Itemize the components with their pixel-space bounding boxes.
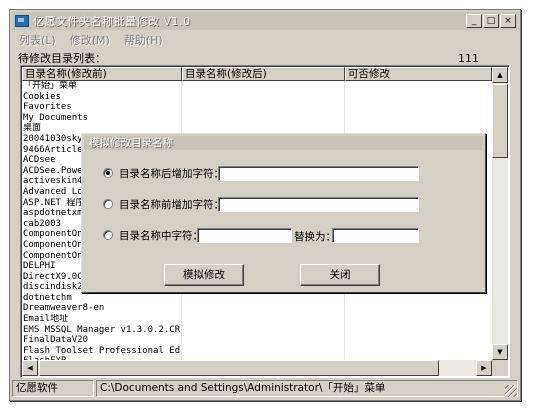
cell-name-before: 「开始」菜单 [22,81,182,92]
scroll-right-icon[interactable]: ▶ [476,360,492,376]
option-append-label: 目录名称后增加字符： [119,167,224,180]
cell-modifiable [345,346,492,357]
cell-name-after [182,324,345,336]
cell-modifiable [345,113,492,124]
cell-modifiable [345,102,492,113]
simulate-rename-dialog: 模拟修改目录名称 目录名称后增加字符： 目录名称前增加字符： 目录名称中字符： … [81,133,486,293]
scroll-left-icon[interactable]: ◀ [22,360,38,376]
minimize-button[interactable]: _ [466,14,482,28]
cell-modifiable [345,325,492,336]
option-prepend-label: 目录名称前增加字符： [119,198,224,211]
cell-name-after [182,303,345,315]
find-text-input[interactable] [197,228,292,243]
window-title: 亿愿文件夹名称批量修改 V1.0 [33,15,191,28]
table-row[interactable]: Cookies [22,91,492,103]
cell-name-before: Email地址 [22,314,182,325]
option-replace-row[interactable]: 目录名称中字符： [103,227,203,243]
resize-grip-icon[interactable] [505,385,517,397]
append-text-input[interactable] [218,166,419,181]
option-prepend-row[interactable]: 目录名称前增加字符： [103,196,224,212]
replace-text-input[interactable] [332,228,419,243]
table-row[interactable]: EMS MSSQL Manager v1.3.0.2.CR [22,324,492,336]
cell-name-after [182,345,345,357]
vertical-scroll-thumb[interactable] [492,84,508,158]
prepend-text-input[interactable] [218,197,419,212]
replace-with-label: 替换为： [294,231,336,243]
cell-name-after [182,102,345,113]
cell-modifiable [345,335,492,346]
cell-modifiable [345,81,492,92]
column-header-after[interactable]: 目录名称(修改后) [182,67,345,81]
scroll-down-icon[interactable]: ▼ [492,344,508,360]
cell-name-before: Flash Toolset Professional Ed... [23,345,182,357]
scrollbar-corner [492,360,508,376]
option-replace-label: 目录名称中字符： [119,229,203,242]
cell-name-after [182,292,345,304]
table-row[interactable]: My Documents [22,112,492,124]
status-app-name: 亿愿软件 [12,380,94,397]
cell-name-after [182,81,345,92]
vertical-scrollbar[interactable]: ▲ ▼ [492,67,508,360]
table-row[interactable]: 「开始」菜单 [22,81,492,92]
menu-modify[interactable]: 修改(M) [63,32,117,48]
menu-bar: 列表(L) 修改(M) 帮助(H) [12,31,518,48]
dialog-close-button[interactable]: 关闭 [300,264,380,286]
table-row[interactable]: FinalDataV20 [22,335,492,346]
column-header-modifiable[interactable]: 可否修改 [345,67,492,81]
cell-name-before: FinalDataV20 [22,335,182,346]
radio-prepend[interactable] [103,199,113,209]
cell-modifiable [345,92,492,103]
title-bar[interactable]: 亿愿文件夹名称批量修改 V1.0 _ □ × [12,12,518,30]
window-controls: _ □ × [465,14,516,28]
radio-replace[interactable] [103,230,113,240]
option-append-row[interactable]: 目录名称后增加字符： [103,165,224,181]
maximize-button[interactable]: □ [483,14,499,28]
menu-list[interactable]: 列表(L) [12,32,63,48]
cell-name-before: Cookies [22,91,182,103]
cell-name-before: My Documents [22,112,182,124]
cell-name-after [182,314,345,325]
status-path: C:\Documents and Settings\Administrator\… [96,380,518,397]
cell-name-before: Favorites [22,102,182,113]
simulate-button[interactable]: 模拟修改 [164,264,244,286]
column-header-before[interactable]: 目录名称(修改前) [22,67,182,81]
dialog-title[interactable]: 模拟修改目录名称 [84,136,483,150]
cell-modifiable [345,293,492,304]
list-label: 待修改目录列表： [18,52,106,65]
cell-name-after [182,112,345,124]
table-row[interactable]: dotnetchm [22,292,492,304]
cell-modifiable [345,314,492,325]
cell-name-before: EMS MSSQL Manager v1.3.0.2.CR [23,324,182,336]
horizontal-scroll-thumb[interactable] [39,360,439,376]
cell-name-before: dotnetchm [22,292,182,304]
close-button[interactable]: × [500,14,516,28]
cell-modifiable [345,303,492,314]
table-row[interactable]: Favorites [22,102,492,113]
horizontal-scrollbar[interactable]: ◀ ▶ [22,360,492,376]
app-icon [15,15,29,27]
list-count: 111 [458,52,479,65]
cell-name-after [182,335,345,346]
table-row[interactable]: Dreamweaver8-en [22,303,492,315]
menu-help[interactable]: 帮助(H) [117,32,170,48]
table-row[interactable]: Flash Toolset Professional Ed... [22,345,492,357]
status-bar: 亿愿软件 C:\Documents and Settings\Administr… [12,380,518,398]
cell-name-before: Dreamweaver8-en [22,303,182,315]
list-header: 目录名称(修改前) 目录名称(修改后) 可否修改 [22,67,492,81]
table-row[interactable]: Email地址 [22,314,492,325]
radio-append[interactable] [103,168,113,178]
cell-name-after [182,91,345,103]
scroll-up-icon[interactable]: ▲ [492,67,508,83]
